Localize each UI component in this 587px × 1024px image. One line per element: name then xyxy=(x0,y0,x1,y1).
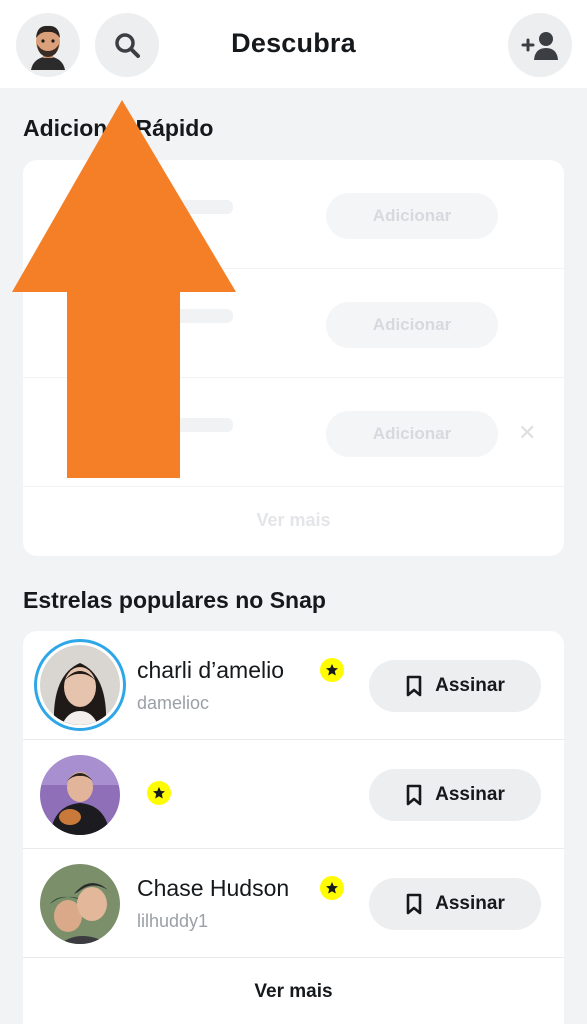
star-row[interactable]: Chase Hudson lilhuddy1 Assinar xyxy=(23,849,564,958)
quick-add-row: Adicionar xyxy=(23,160,564,268)
star-avatar xyxy=(40,864,120,944)
bookmark-icon xyxy=(406,784,422,806)
quick-add-add-button[interactable]: Adicionar xyxy=(326,193,498,239)
divider xyxy=(23,957,564,958)
add-friend-button[interactable] xyxy=(508,13,572,77)
star-row[interactable]: charli d’amelio damelioc Assinar xyxy=(23,631,564,740)
popular-stars-title: Estrelas populares no Snap xyxy=(23,587,326,613)
story-ring[interactable] xyxy=(34,639,126,731)
quick-add-title: Adicionar Rápido xyxy=(23,115,214,141)
quick-add-add-button[interactable]: Adicionar xyxy=(326,411,498,457)
star-name: Chase Hudson xyxy=(137,875,290,901)
star-avatar xyxy=(40,755,120,835)
subscribe-button[interactable]: Assinar xyxy=(369,878,541,930)
star-badge-icon xyxy=(320,658,344,682)
star-avatar xyxy=(40,645,120,725)
quick-add-row: Adicionar xyxy=(23,269,564,377)
star-name: charli d’amelio xyxy=(137,657,285,683)
quick-add-row: Adicionar ✕ xyxy=(23,378,564,486)
quick-add-name-placeholder xyxy=(113,418,233,432)
divider xyxy=(23,486,564,487)
subscribe-button[interactable]: Assinar xyxy=(369,769,541,821)
star-handle: damelioc xyxy=(137,693,210,713)
quick-add-add-button[interactable]: Adicionar xyxy=(326,302,498,348)
top-bar: Descubra xyxy=(0,0,587,88)
popular-stars-see-more[interactable]: Ver mais xyxy=(23,981,564,1003)
popular-stars-card: charli d’amelio damelioc Assinar Assinar… xyxy=(23,631,564,1024)
quick-add-name-placeholder xyxy=(113,200,233,214)
add-friend-icon xyxy=(521,32,558,60)
quick-add-see-more[interactable]: Ver mais xyxy=(23,510,564,531)
subscribe-button[interactable]: Assinar xyxy=(369,660,541,712)
bookmark-icon xyxy=(406,893,422,915)
star-handle: lilhuddy1 xyxy=(137,911,209,931)
star-badge-icon xyxy=(147,781,171,805)
quick-add-name-placeholder xyxy=(113,309,233,323)
star-badge-icon xyxy=(320,876,344,900)
bookmark-icon xyxy=(406,675,422,697)
subscribe-label: Assinar xyxy=(435,784,505,805)
quick-add-card: Adicionar Adicionar Adicionar ✕ Ver mais xyxy=(23,160,564,556)
dismiss-icon[interactable]: ✕ xyxy=(518,420,536,446)
subscribe-label: Assinar xyxy=(435,893,505,914)
subscribe-label: Assinar xyxy=(435,675,505,696)
page-title: Descubra xyxy=(231,28,356,58)
star-row[interactable]: Assinar xyxy=(23,740,564,849)
